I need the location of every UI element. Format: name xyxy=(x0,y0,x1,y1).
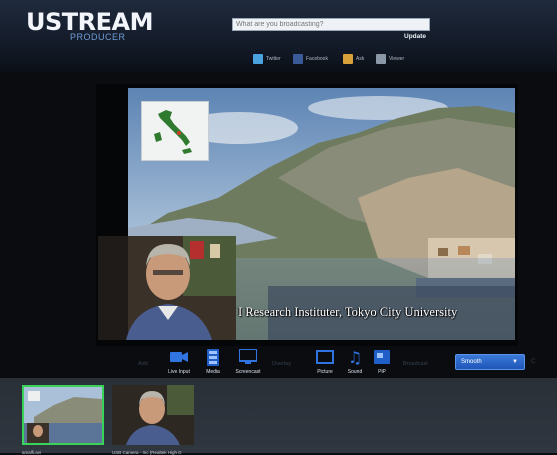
lower-third-caption: I Research Instituter, Tokyo City Univer… xyxy=(238,305,458,319)
group-label-add: Add xyxy=(138,361,148,367)
source-thumbnail-selected[interactable] xyxy=(22,385,104,445)
webcam-pip-overlay[interactable] xyxy=(98,236,236,340)
update-button[interactable]: Update xyxy=(404,33,426,40)
stream-quality-value: Smooth xyxy=(461,359,482,365)
share-label: Ask xyxy=(356,56,365,62)
share-label: Viewer xyxy=(389,56,405,62)
pip-button[interactable]: PiP xyxy=(360,348,404,375)
viewer-icon xyxy=(376,54,386,64)
source-thumbnail[interactable] xyxy=(112,385,194,445)
share-label: Facebook xyxy=(306,56,328,62)
picture-icon xyxy=(316,350,334,364)
facebook-icon xyxy=(293,54,303,64)
pip-label: PiP xyxy=(378,369,386,375)
app-logo-subtitle: PRODUCER xyxy=(70,32,126,42)
twitter-icon xyxy=(253,54,263,64)
stream-quality-select[interactable]: Smooth ▼ xyxy=(455,354,525,370)
share-facebook-button[interactable]: Facebook xyxy=(293,53,328,65)
channel-indicator: C xyxy=(531,359,536,365)
amalfi-video-thumbnail xyxy=(24,387,102,443)
film-icon xyxy=(207,348,219,366)
source-thumbnail-strip: amalfi.avi USB Camera - Inc (Realtek Hig… xyxy=(0,378,557,455)
status-input[interactable] xyxy=(232,18,430,31)
share-label: Twitter xyxy=(266,56,281,62)
presenter-webcam-image xyxy=(98,236,236,340)
pip-icon xyxy=(374,350,390,364)
screencast-label: Screencast xyxy=(235,369,261,375)
ask-icon xyxy=(343,54,353,64)
app-header: USTREAM PRODUCER Update Twitter Facebook… xyxy=(0,0,557,72)
share-ask-button[interactable]: Ask xyxy=(343,53,364,65)
camera-icon xyxy=(170,352,188,362)
map-picture-overlay[interactable] xyxy=(141,101,209,161)
share-twitter-button[interactable]: Twitter xyxy=(253,53,281,65)
italy-map-icon xyxy=(142,102,208,160)
monitor-icon xyxy=(239,349,257,364)
group-label-overlay: Overlay xyxy=(272,361,291,367)
chevron-down-icon: ▼ xyxy=(512,359,518,365)
viewer-button[interactable]: Viewer xyxy=(376,53,404,65)
usb-camera-thumbnail xyxy=(112,385,194,445)
group-label-broadcast: Broadcast xyxy=(403,361,428,367)
screencast-button[interactable]: Screencast xyxy=(226,348,270,375)
